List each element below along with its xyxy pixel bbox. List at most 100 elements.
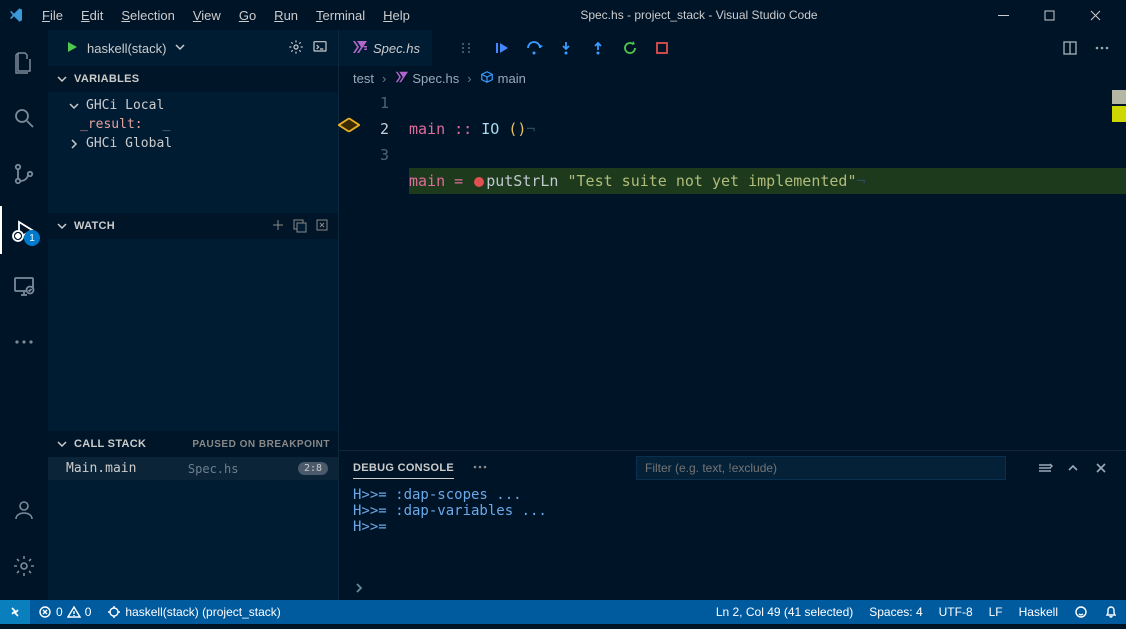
debug-step-into-button[interactable] (551, 33, 581, 63)
watch-remove-button[interactable] (314, 217, 330, 236)
menu-edit[interactable]: Edit (73, 4, 111, 27)
minimize-button[interactable] (980, 0, 1026, 30)
chevron-right-icon (353, 582, 365, 594)
menu-go[interactable]: Go (231, 4, 264, 27)
menu-run[interactable]: Run (266, 4, 306, 27)
variable-name: _result: (80, 117, 143, 132)
breadcrumb-symbol[interactable]: main (480, 70, 526, 87)
status-bar: 0 0 haskell(stack) (project_stack) Ln 2,… (0, 600, 1126, 624)
debug-console-toggle[interactable] (312, 39, 328, 58)
variables-header[interactable]: VARIABLES (48, 66, 338, 92)
panel-collapse-button[interactable] (1062, 457, 1084, 479)
status-remote[interactable] (0, 600, 30, 624)
debug-config-name: haskell(stack) (87, 41, 166, 56)
window-controls (980, 0, 1118, 30)
callstack-status: PAUSED ON BREAKPOINT (192, 439, 330, 450)
chevron-down-icon (174, 41, 186, 56)
callstack-header[interactable]: CALL STACK PAUSED ON BREAKPOINT (48, 431, 338, 457)
debug-console-output[interactable]: H>>= :dap-scopes ... H>>= :dap-variables… (339, 485, 1126, 576)
code-content[interactable]: main :: IO ()¬ main = putStrLn "Test sui… (397, 90, 1126, 450)
watch-header[interactable]: WATCH (48, 213, 338, 239)
frame-position-badge: 2:8 (298, 462, 328, 475)
breadcrumb-folder[interactable]: test (353, 71, 374, 86)
debug-step-out-button[interactable] (583, 33, 613, 63)
bottom-panel: Debug Console H>>= :dap-scopes ... H>>= … (339, 450, 1126, 600)
status-language[interactable]: Haskell (1011, 605, 1066, 619)
status-spaces[interactable]: Spaces: 4 (861, 605, 930, 619)
status-encoding[interactable]: UTF-8 (931, 605, 981, 619)
activity-more[interactable] (0, 318, 48, 366)
minimap[interactable] (1112, 90, 1126, 150)
maximize-button[interactable] (1026, 0, 1072, 30)
debug-console-input[interactable] (339, 576, 1126, 600)
editor-tab[interactable]: Spec.hs (339, 30, 433, 66)
haskell-icon (394, 70, 408, 87)
symbol-icon (480, 70, 494, 87)
debug-config-gear[interactable] (288, 39, 304, 58)
activity-remote[interactable] (0, 262, 48, 310)
menu-selection[interactable]: Selection (113, 4, 182, 27)
vscode-icon (8, 7, 24, 23)
panel-tab-debug-console[interactable]: Debug Console (353, 458, 454, 479)
watch-title: WATCH (74, 220, 115, 232)
editor-more-button[interactable] (1088, 34, 1116, 62)
activity-bar: 1 (0, 30, 48, 600)
debug-toolbar[interactable] (451, 33, 677, 63)
title-bar: File Edit Selection View Go Run Terminal… (0, 0, 1126, 30)
panel-more-button[interactable] (472, 459, 488, 478)
frame-file: Spec.hs (188, 462, 239, 476)
watch-add-button[interactable] (270, 217, 286, 236)
status-debug-target[interactable]: haskell(stack) (project_stack) (99, 600, 288, 624)
status-eol[interactable]: LF (981, 605, 1011, 619)
menu-view[interactable]: View (185, 4, 229, 27)
status-errors[interactable]: 0 0 (30, 600, 99, 624)
current-line-marker-icon (337, 117, 361, 133)
activity-debug[interactable]: 1 (0, 206, 48, 254)
scope-label: GHCi Global (86, 136, 172, 151)
chevron-right-icon (68, 138, 80, 150)
variables-body: GHCi Local _result: _ GHCi Global (48, 92, 338, 157)
debug-continue-button[interactable] (487, 33, 517, 63)
tabs-row: Spec.hs (339, 30, 1126, 66)
callstack-frame[interactable]: Main.main Spec.hs 2:8 (48, 457, 338, 480)
menu-help[interactable]: Help (375, 4, 418, 27)
debug-sidebar: haskell(stack) VARIABLES GHCi Local (48, 30, 339, 600)
close-button[interactable] (1072, 0, 1118, 30)
status-feedback[interactable] (1066, 605, 1096, 619)
menu-file[interactable]: File (34, 4, 71, 27)
activity-source-control[interactable] (0, 150, 48, 198)
split-editor-button[interactable] (1056, 34, 1084, 62)
debug-config-selector[interactable]: haskell(stack) (58, 37, 280, 60)
debug-config-row: haskell(stack) (48, 30, 338, 66)
breadcrumb-file[interactable]: Spec.hs (394, 70, 459, 87)
editor-body[interactable]: 1 2 3 main :: IO ()¬ main = putStrLn "Te… (339, 90, 1126, 450)
panel-clear-button[interactable] (1034, 457, 1056, 479)
variable-row[interactable]: _result: _ (48, 115, 338, 134)
watch-collapse-button[interactable] (292, 217, 308, 236)
activity-settings[interactable] (0, 542, 48, 590)
panel-close-button[interactable] (1090, 457, 1112, 479)
status-cursor[interactable]: Ln 2, Col 49 (41 selected) (708, 605, 861, 619)
activity-account[interactable] (0, 486, 48, 534)
panel-tabs: Debug Console (339, 451, 1126, 485)
scope-label: GHCi Local (86, 98, 164, 113)
callstack-title: CALL STACK (74, 438, 146, 450)
variables-scope-local[interactable]: GHCi Local (48, 96, 338, 115)
tab-label: Spec.hs (373, 41, 420, 56)
status-notifications[interactable] (1096, 605, 1126, 619)
debug-stop-button[interactable] (647, 33, 677, 63)
play-icon (65, 40, 79, 57)
variables-scope-global[interactable]: GHCi Global (48, 134, 338, 153)
breakpoint-icon[interactable] (474, 177, 484, 187)
debug-restart-button[interactable] (615, 33, 645, 63)
debug-grip-icon[interactable] (451, 33, 481, 63)
panel-filter-input[interactable] (636, 456, 1006, 480)
menu-bar: File Edit Selection View Go Run Terminal… (34, 4, 418, 27)
debug-step-over-button[interactable] (519, 33, 549, 63)
chevron-right-icon: › (467, 71, 471, 86)
window-title: Spec.hs - project_stack - Visual Studio … (418, 8, 980, 22)
editor-gutter-icons (339, 90, 365, 450)
activity-explorer[interactable] (0, 38, 48, 86)
activity-search[interactable] (0, 94, 48, 142)
menu-terminal[interactable]: Terminal (308, 4, 373, 27)
